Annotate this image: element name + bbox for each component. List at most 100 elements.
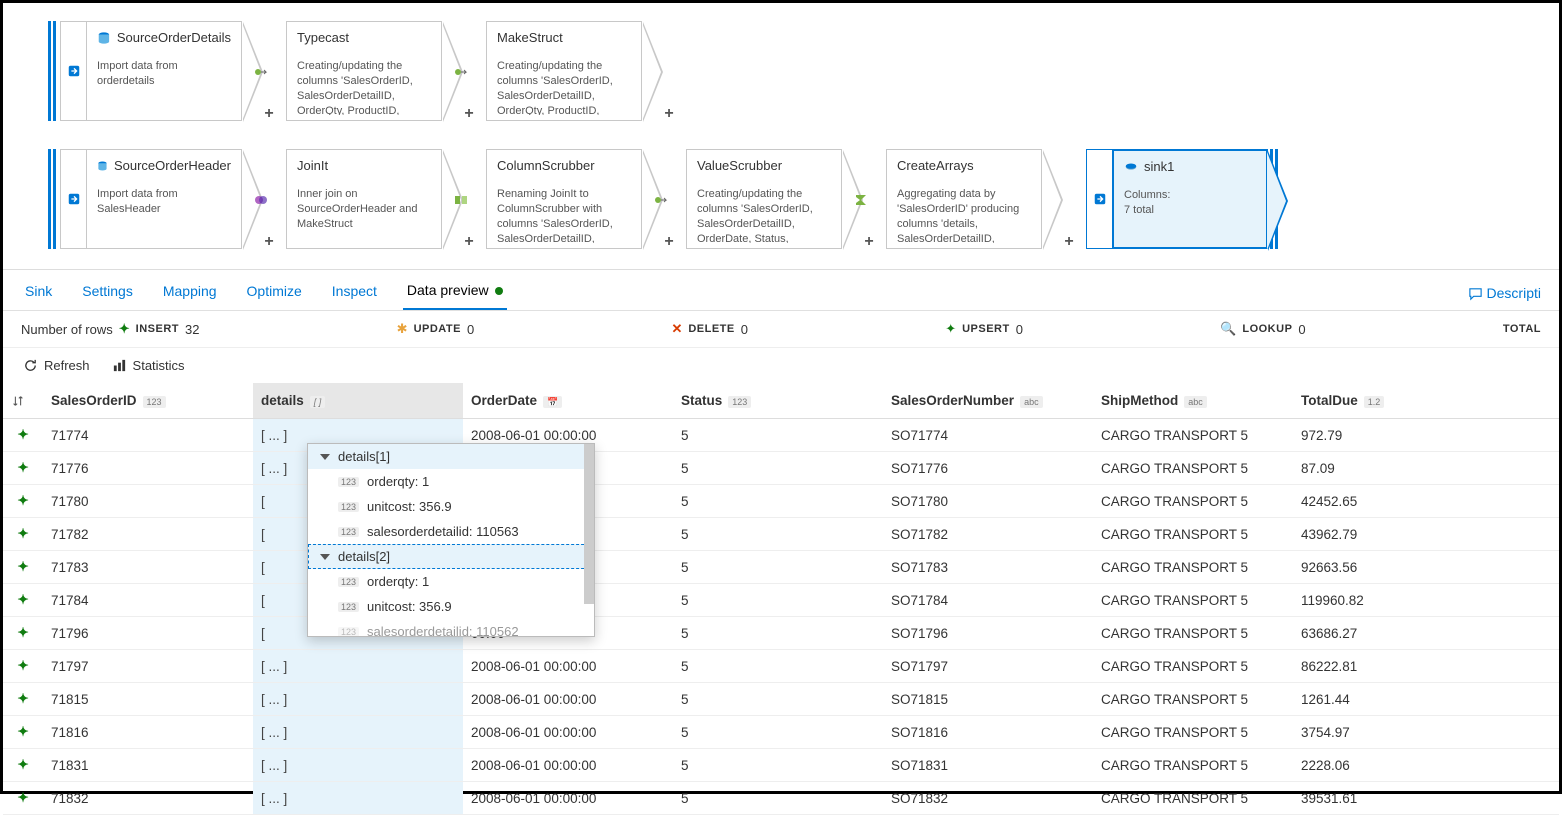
collapse-icon — [320, 554, 330, 560]
table-row[interactable]: ✦71780[00:005SO71780CARGO TRANSPORT 5424… — [3, 485, 1559, 518]
table-row[interactable]: ✦71784[00:005SO71784CARGO TRANSPORT 5119… — [3, 584, 1559, 617]
table-row[interactable]: ✦71831[ ... ]2008-06-01 00:00:005SO71831… — [3, 749, 1559, 782]
node-desc: Creating/updating the columns 'SalesOrde… — [497, 59, 631, 115]
row-handle[interactable] — [48, 21, 58, 121]
table-row[interactable]: ✦71832[ ... ]2008-06-01 00:00:005SO71832… — [3, 782, 1559, 815]
table-row[interactable]: ✦71782[00:005SO71782CARGO TRANSPORT 5439… — [3, 518, 1559, 551]
node-createarrays[interactable]: CreateArrays Aggregating data by 'SalesO… — [886, 149, 1042, 249]
scrollbar[interactable] — [584, 444, 594, 604]
sort-button[interactable] — [3, 383, 43, 419]
col-salesordernumber[interactable]: SalesOrderNumberabc — [883, 383, 1093, 419]
cell-details[interactable]: [ ... ] — [253, 716, 463, 749]
cell-shipmethod: CARGO TRANSPORT 5 — [1093, 452, 1293, 485]
cell-salesorderid: 71815 — [43, 683, 253, 716]
cell-status: 5 — [673, 617, 883, 650]
col-status[interactable]: Status123 — [673, 383, 883, 419]
add-step-button[interactable]: + — [1061, 234, 1077, 250]
cell-salesorderid: 71776 — [43, 452, 253, 485]
node-columnscrubber[interactable]: ColumnScrubber Renaming JoinIt to Column… — [486, 149, 642, 249]
popup-header-1[interactable]: details[1] — [308, 444, 594, 469]
cell-salesordernumber: SO71796 — [883, 617, 1093, 650]
statistics-button[interactable]: Statistics — [112, 358, 185, 373]
cell-status: 5 — [673, 584, 883, 617]
cell-shipmethod: CARGO TRANSPORT 5 — [1093, 551, 1293, 584]
row-handle[interactable] — [48, 149, 58, 249]
source-prefix[interactable] — [60, 21, 86, 121]
node-valuescrubber[interactable]: ValueScrubber Creating/updating the colu… — [686, 149, 842, 249]
tab-inspect[interactable]: Inspect — [328, 277, 381, 309]
refresh-button[interactable]: Refresh — [23, 358, 90, 373]
node-desc: Import data from orderdetails — [97, 59, 231, 89]
table-row[interactable]: ✦71797[ ... ]2008-06-01 00:00:005SO71797… — [3, 650, 1559, 683]
col-totaldue[interactable]: TotalDue1.2 — [1293, 383, 1559, 419]
table-row[interactable]: ✦71776[ ... ]00:005SO71776CARGO TRANSPOR… — [3, 452, 1559, 485]
cell-orderdate: 2008-06-01 00:00:00 — [463, 782, 673, 815]
popup-header-2[interactable]: details[2] — [308, 544, 594, 569]
add-step-button[interactable]: + — [261, 106, 277, 122]
cell-details[interactable]: [ ... ] — [253, 650, 463, 683]
node-desc: Import data from SalesHeader — [97, 187, 231, 217]
cell-status: 5 — [673, 485, 883, 518]
table-row[interactable]: ✦71815[ ... ]2008-06-01 00:00:005SO71815… — [3, 683, 1559, 716]
popup-item: 123unitcost: 356.9 — [308, 594, 594, 619]
collapse-icon — [320, 454, 330, 460]
arrow-out-icon — [1093, 192, 1107, 206]
cell-shipmethod: CARGO TRANSPORT 5 — [1093, 782, 1293, 815]
status-dot-icon — [495, 287, 503, 295]
add-step-button[interactable]: + — [461, 234, 477, 250]
arrow-in-icon — [67, 64, 81, 78]
add-step-button[interactable]: + — [661, 234, 677, 250]
cell-salesordernumber: SO71780 — [883, 485, 1093, 518]
node-title: JoinIt — [297, 158, 328, 173]
node-desc: Creating/updating the columns 'SalesOrde… — [297, 59, 431, 115]
tab-settings[interactable]: Settings — [78, 277, 137, 309]
cell-salesorderid: 71782 — [43, 518, 253, 551]
table-row[interactable]: ✦71774[ ... ]2008-06-01 00:00:005SO71774… — [3, 419, 1559, 452]
table-row[interactable]: ✦71816[ ... ]2008-06-01 00:00:005SO71816… — [3, 716, 1559, 749]
add-step-button[interactable]: + — [661, 106, 677, 122]
node-makestruct[interactable]: MakeStruct Creating/updating the columns… — [486, 21, 642, 121]
add-step-button[interactable]: + — [261, 234, 277, 250]
node-sink1[interactable]: sink1 Columns: 7 total — [1112, 149, 1268, 249]
cell-details[interactable]: [ ... ] — [253, 782, 463, 815]
arrow-in-icon — [67, 192, 81, 206]
node-title: CreateArrays — [897, 158, 974, 173]
col-details[interactable]: details[ ] — [253, 383, 463, 419]
node-sourceorderdetails[interactable]: SourceOrderDetails Import data from orde… — [86, 21, 242, 121]
tab-sink[interactable]: Sink — [21, 277, 56, 309]
cell-salesordernumber: SO71797 — [883, 650, 1093, 683]
description-link[interactable]: Descripti — [1468, 285, 1541, 301]
refresh-icon — [23, 358, 38, 373]
node-typecast[interactable]: Typecast Creating/updating the columns '… — [286, 21, 442, 121]
cell-details[interactable]: [ ... ] — [253, 683, 463, 716]
stats-row: Number of rows ✦ INSERT 32 ✱ UPDATE 0 ✕ … — [3, 311, 1559, 348]
node-title: SourceOrderDetails — [117, 30, 231, 45]
cell-shipmethod: CARGO TRANSPORT 5 — [1093, 716, 1293, 749]
cell-salesorderid: 71831 — [43, 749, 253, 782]
row-insert-icon: ✦ — [3, 716, 43, 749]
table-row[interactable]: ✦71783[00:005SO71783CARGO TRANSPORT 5926… — [3, 551, 1559, 584]
col-shipmethod[interactable]: ShipMethodabc — [1093, 383, 1293, 419]
col-orderdate[interactable]: OrderDate📅 — [463, 383, 673, 419]
table-row[interactable]: ✦71796[00:005SO71796CARGO TRANSPORT 5636… — [3, 617, 1559, 650]
node-desc: Aggregating data by 'SalesOrderID' produ… — [897, 187, 1031, 243]
tab-optimize[interactable]: Optimize — [243, 277, 306, 309]
add-step-button[interactable]: + — [461, 106, 477, 122]
add-step-button[interactable]: + — [861, 234, 877, 250]
cell-status: 5 — [673, 551, 883, 584]
tab-mapping[interactable]: Mapping — [159, 277, 221, 309]
col-salesorderid[interactable]: SalesOrderID123 — [43, 383, 253, 419]
cell-details[interactable]: [ ... ] — [253, 749, 463, 782]
node-sourceorderheader[interactable]: SourceOrderHeader Import data from Sales… — [86, 149, 242, 249]
db-icon — [97, 159, 108, 173]
sink-prefix[interactable] — [1086, 149, 1112, 249]
details-popup[interactable]: details[1] 123orderqty: 1 123unitcost: 3… — [307, 443, 595, 637]
cell-totaldue: 87.09 — [1293, 452, 1559, 485]
tab-datapreview[interactable]: Data preview — [403, 276, 507, 310]
cell-salesordernumber: SO71784 — [883, 584, 1093, 617]
cell-status: 5 — [673, 650, 883, 683]
data-table: SalesOrderID123 details[ ] OrderDate📅 St… — [3, 383, 1559, 815]
source-prefix[interactable] — [60, 149, 86, 249]
cell-shipmethod: CARGO TRANSPORT 5 — [1093, 419, 1293, 452]
node-joinit[interactable]: JoinIt Inner join on SourceOrderHeader a… — [286, 149, 442, 249]
